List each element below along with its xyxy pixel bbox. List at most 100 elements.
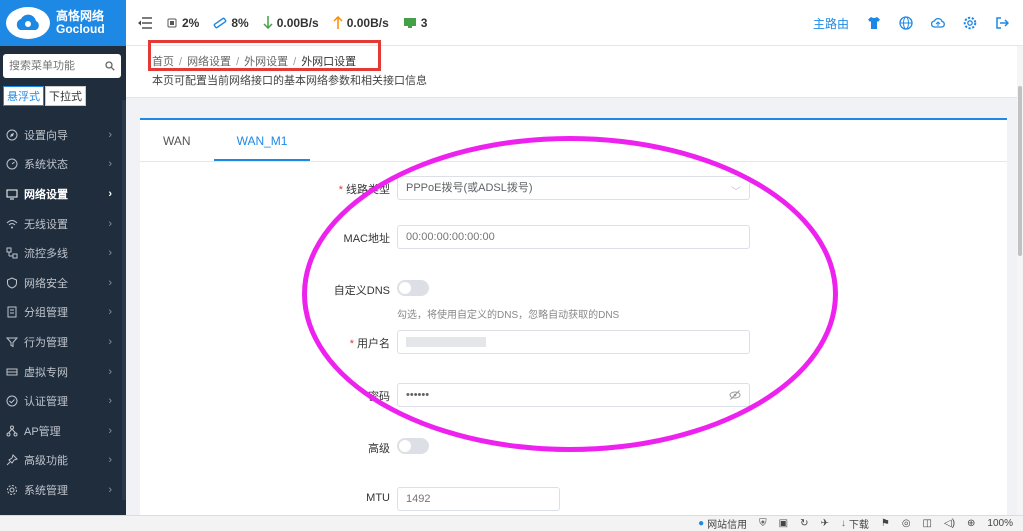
- mac-address-input[interactable]: [397, 225, 750, 249]
- sidebar-item-setup-wizard[interactable]: 设置向导 ›: [0, 120, 126, 150]
- cpu-usage: 2%: [166, 16, 199, 30]
- sidebar-item-label: 无线设置: [24, 218, 68, 231]
- custom-dns-hint: 勾选，将使用自定义的DNS，忽略自动获取的DNS: [397, 310, 620, 321]
- chevron-right-icon: ›: [108, 217, 112, 230]
- flag-icon[interactable]: ⚑: [881, 518, 890, 529]
- eye-hidden-icon[interactable]: [729, 389, 741, 401]
- vpn-icon: [6, 368, 18, 376]
- sidebar-item-label: 流控多线: [24, 248, 68, 261]
- shield-icon: [7, 277, 17, 289]
- droplet-icon: ●: [698, 518, 705, 529]
- document-icon: [7, 306, 17, 318]
- sidebar-item-label: 高级功能: [24, 455, 68, 468]
- menu-search-input[interactable]: [9, 60, 105, 72]
- download-status[interactable]: ↓ 下载: [841, 516, 869, 531]
- mtu-input[interactable]: [397, 487, 560, 511]
- download-icon: ↓: [840, 518, 846, 529]
- password-input[interactable]: ••••••: [397, 383, 750, 407]
- sidebar-item-label: 系统状态: [24, 159, 68, 172]
- sidebar-item-ap-management[interactable]: AP管理 ›: [0, 416, 126, 446]
- sidebar-item-advanced[interactable]: 高级功能 ›: [0, 446, 126, 476]
- sidebar-item-label: 虚拟专网: [24, 366, 68, 379]
- annotation-red-box: [148, 40, 381, 71]
- line-type-select[interactable]: PPPoE拨号(或ADSL拨号) ﹀: [397, 176, 750, 200]
- download-value: 0.00B/s: [276, 15, 319, 30]
- sidebar-item-label: 系统管理: [24, 484, 68, 497]
- browser-status-bar: ● 网站信用 ⛨ ▣ ↻ ✈ ↓ 下载 ⚑ ◎ ◫ ◁) ⊕ 100%: [0, 515, 1023, 531]
- cloud-upload-icon[interactable]: [931, 16, 945, 30]
- tab-wan-m1[interactable]: WAN_M1: [213, 120, 311, 161]
- wifi-icon: [6, 219, 18, 229]
- sidebar-item-behavior-management[interactable]: 行为管理 ›: [0, 327, 126, 357]
- tab-wan[interactable]: WAN: [140, 120, 214, 161]
- sidebar-item-network-settings[interactable]: 网络设置 ›: [0, 179, 126, 209]
- split-screen-icon[interactable]: ◫: [923, 518, 932, 529]
- browser-icon[interactable]: ◎: [902, 518, 911, 529]
- sidebar-item-vpn[interactable]: 虚拟专网 ›: [0, 357, 126, 387]
- mac-address-label: MAC地址: [343, 233, 390, 245]
- username-input[interactable]: [397, 330, 750, 354]
- zoom-icon[interactable]: ⊕: [967, 518, 975, 529]
- username-redacted: [406, 337, 486, 348]
- menu-collapse-icon[interactable]: [138, 16, 152, 29]
- memory-icon: [213, 17, 227, 28]
- sidebar-scrollbar[interactable]: [122, 100, 126, 500]
- ap-icon: [6, 425, 18, 437]
- memory-value: 8%: [231, 15, 249, 30]
- sidebar-item-flow-control[interactable]: 流控多线 ›: [0, 238, 126, 268]
- menu-search[interactable]: [3, 54, 121, 78]
- sidebar-item-network-security[interactable]: 网络安全 ›: [0, 268, 126, 298]
- sidebar-item-label: 网络安全: [24, 277, 68, 290]
- chevron-right-icon: ›: [108, 424, 112, 437]
- sidebar-item-label: 分组管理: [24, 307, 68, 320]
- sidebar-item-system-status[interactable]: 系统状态 ›: [0, 150, 126, 180]
- gauge-icon: [6, 158, 18, 170]
- mode-float-button[interactable]: 悬浮式: [3, 86, 44, 106]
- sidebar-item-label: 行为管理: [24, 336, 68, 349]
- shield-icon[interactable]: ⛨: [759, 518, 767, 529]
- brand-logo[interactable]: 高恪网络 Gocloud: [0, 0, 126, 46]
- sidebar-menu: 设置向导 › 系统状态 › 网络设置 › 无线设置 › 流控多线 › 网络安全 › 分组管理…: [0, 120, 126, 505]
- zoom-level[interactable]: 100%: [987, 518, 1013, 529]
- page-scrollbar[interactable]: [1017, 46, 1023, 516]
- refresh-icon[interactable]: ↻: [800, 518, 808, 529]
- wan-config-card: WAN WAN_M1 * 线路类型 PPPoE拨号(或ADSL拨号) ﹀ MAC地…: [140, 118, 1007, 531]
- arrow-up-icon: [333, 16, 343, 29]
- pin-icon: [6, 454, 18, 466]
- sidebar-item-wireless[interactable]: 无线设置 ›: [0, 209, 126, 239]
- chevron-right-icon: ›: [108, 128, 112, 141]
- chevron-right-icon: ›: [108, 276, 112, 289]
- sidebar-item-system-management[interactable]: 系统管理 ›: [0, 475, 126, 505]
- arrow-down-icon: [263, 16, 273, 29]
- chevron-right-icon: ›: [108, 483, 112, 496]
- advanced-label: 高级: [368, 443, 390, 455]
- sidebar-item-group-management[interactable]: 分组管理 ›: [0, 298, 126, 328]
- scrollbar-thumb[interactable]: [1018, 86, 1022, 256]
- chevron-right-icon: ›: [108, 365, 112, 378]
- username-label: * 用户名: [349, 338, 390, 350]
- password-label: 密码: [368, 391, 390, 403]
- image-icon[interactable]: ▣: [779, 518, 788, 529]
- chevron-right-icon: ›: [108, 335, 112, 348]
- compass-icon: [6, 129, 18, 141]
- site-credit[interactable]: ● 网站信用: [698, 516, 747, 531]
- main-router-link[interactable]: 主路由: [813, 15, 849, 32]
- memory-usage: 8%: [213, 15, 249, 30]
- globe-icon[interactable]: [899, 16, 913, 30]
- custom-dns-toggle[interactable]: [397, 280, 429, 296]
- chevron-right-icon: ›: [108, 247, 112, 260]
- mode-dropdown-button[interactable]: 下拉式: [45, 86, 86, 106]
- network-icon: [6, 247, 18, 259]
- check-shield-icon: [6, 395, 18, 407]
- sidebar-item-label: 设置向导: [24, 129, 68, 142]
- volume-icon[interactable]: ◁): [944, 518, 955, 529]
- chevron-right-icon: ›: [108, 158, 112, 171]
- gear-icon[interactable]: [963, 16, 977, 30]
- advanced-toggle[interactable]: [397, 438, 429, 454]
- sidebar-item-auth-management[interactable]: 认证管理 ›: [0, 386, 126, 416]
- wan-tabs: WAN WAN_M1: [140, 120, 1007, 162]
- tshirt-icon[interactable]: [867, 16, 881, 30]
- rocket-icon[interactable]: ✈: [820, 518, 828, 529]
- search-icon[interactable]: [105, 61, 115, 71]
- logout-icon[interactable]: [995, 16, 1009, 30]
